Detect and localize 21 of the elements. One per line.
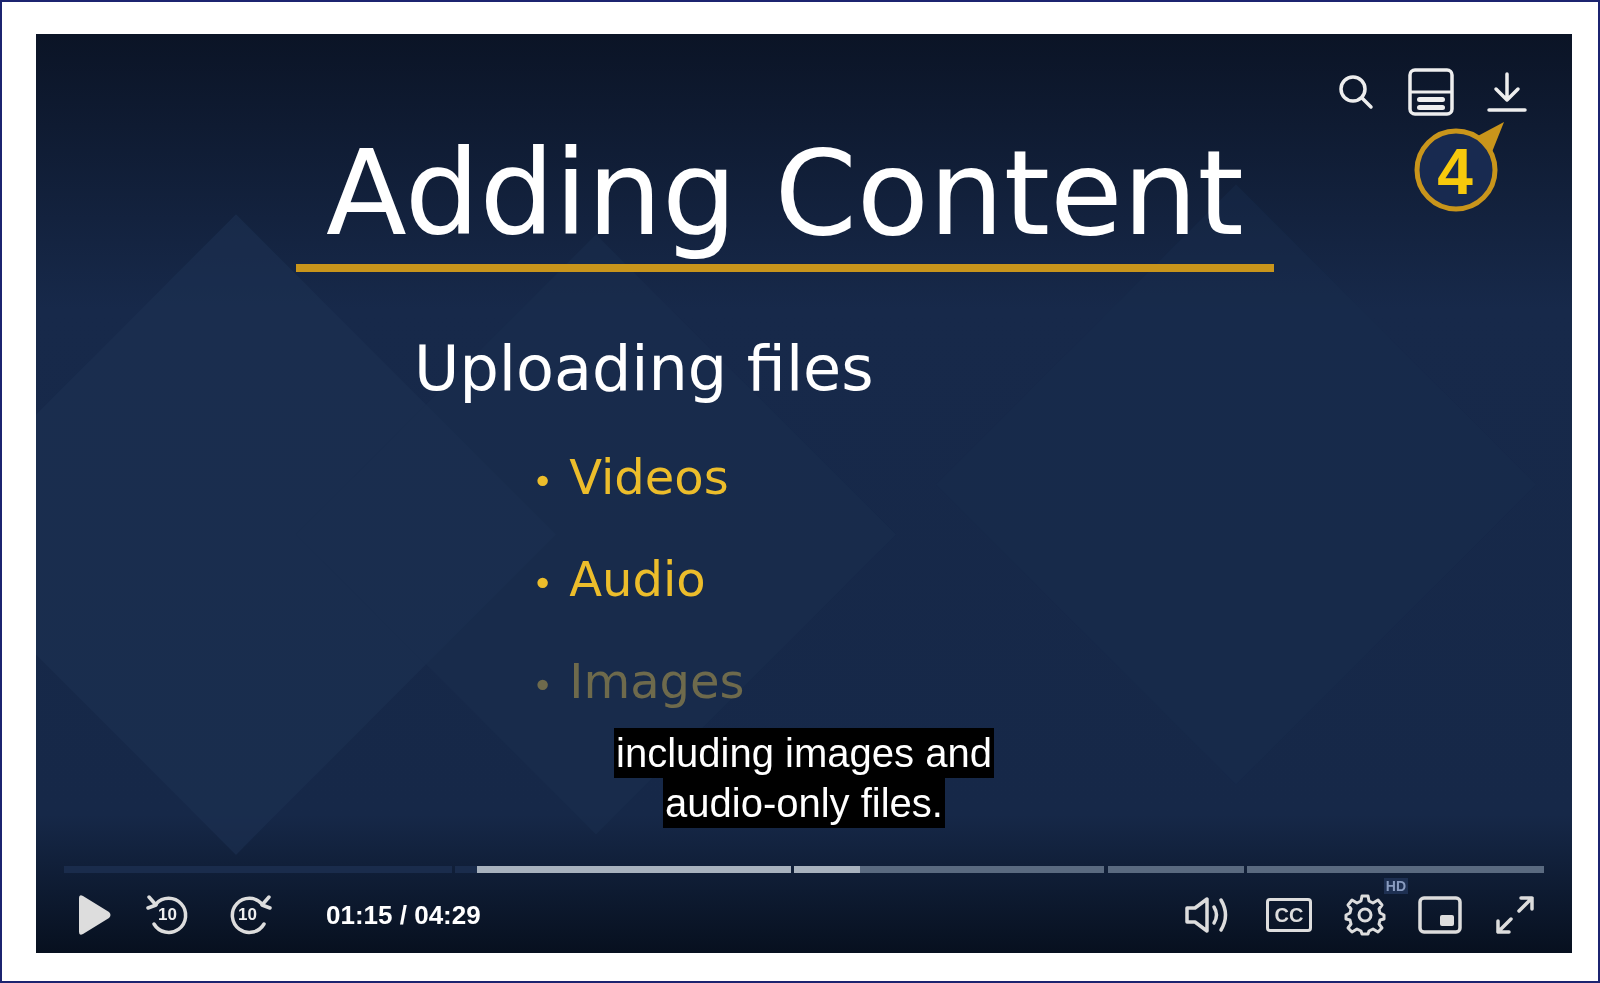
time-display: 01:15 / 04:29 xyxy=(326,899,481,931)
slide-heading: Uploading files xyxy=(414,332,875,406)
slide-title: Adding Content xyxy=(325,124,1245,263)
captions-button[interactable]: CC xyxy=(1266,898,1312,932)
bullet-text: Videos xyxy=(569,449,729,506)
play-button[interactable] xyxy=(76,894,112,936)
progress-bar[interactable] xyxy=(64,866,1544,873)
bullet-marker: • xyxy=(532,563,554,605)
picture-in-picture-icon[interactable] xyxy=(1418,896,1462,934)
forward-button[interactable]: 10 xyxy=(226,892,272,938)
quality-badge: HD xyxy=(1383,878,1408,894)
search-icon[interactable] xyxy=(1336,72,1376,112)
bullet-marker: • xyxy=(532,665,554,707)
bullet-text: Images xyxy=(569,653,745,710)
rewind-button[interactable]: 10 xyxy=(146,892,192,938)
bullet-marker: • xyxy=(532,461,554,503)
fullscreen-icon[interactable] xyxy=(1494,894,1536,936)
transcript-icon[interactable] xyxy=(1408,68,1454,116)
settings-icon[interactable] xyxy=(1344,894,1386,936)
download-icon[interactable] xyxy=(1486,71,1528,113)
bullet-text: Audio xyxy=(569,551,706,608)
